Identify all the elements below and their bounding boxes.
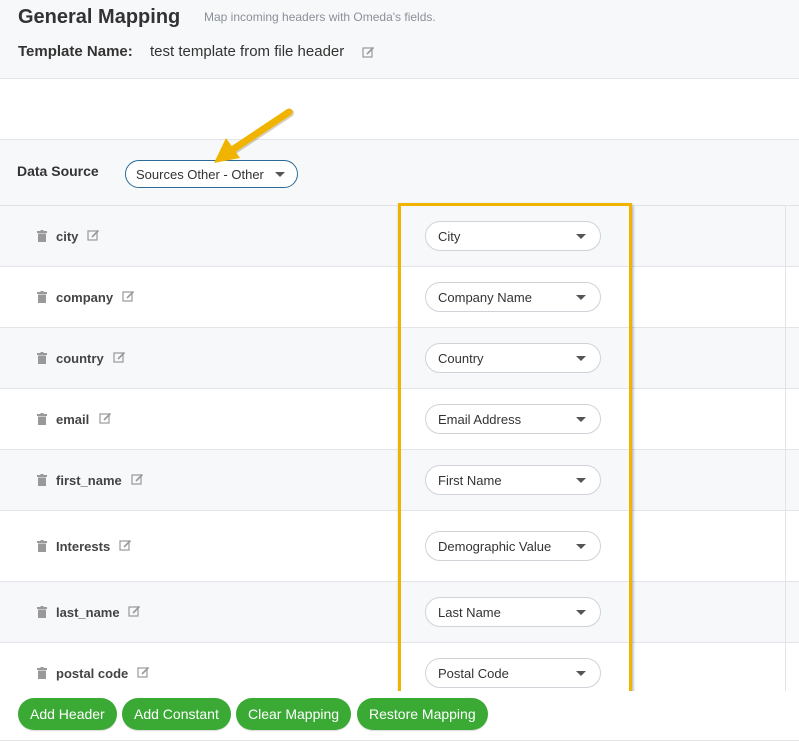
chevron-down-icon xyxy=(275,172,285,177)
trash-icon[interactable] xyxy=(37,351,47,369)
template-name-value: test template from file header xyxy=(150,43,345,60)
field-name: country xyxy=(56,351,104,366)
trash-icon[interactable] xyxy=(37,666,47,684)
edit-icon[interactable] xyxy=(122,290,135,308)
trash-icon[interactable] xyxy=(37,412,47,430)
blank-panel xyxy=(0,79,799,140)
add-header-button[interactable]: Add Header xyxy=(18,698,117,730)
field-name: Interests xyxy=(56,539,111,554)
add-constant-button[interactable]: Add Constant xyxy=(122,698,231,730)
trash-icon[interactable] xyxy=(37,229,47,247)
field-name: company xyxy=(56,290,114,305)
data-source-label: Data Source xyxy=(17,163,99,179)
divider xyxy=(0,740,799,741)
trash-icon[interactable] xyxy=(37,473,47,491)
page-header: General Mapping Map incoming headers wit… xyxy=(0,0,799,79)
trash-icon[interactable] xyxy=(37,290,47,308)
clear-mapping-button[interactable]: Clear Mapping xyxy=(236,698,352,730)
edit-icon[interactable] xyxy=(87,229,100,247)
edit-icon[interactable] xyxy=(137,666,150,684)
column-divider xyxy=(785,205,786,691)
footer-toolbar: Add Header Add Constant Clear Mapping Re… xyxy=(0,691,799,742)
field-name: city xyxy=(56,229,79,244)
restore-mapping-button[interactable]: Restore Mapping xyxy=(357,698,488,730)
edit-icon[interactable] xyxy=(362,46,375,64)
edit-icon[interactable] xyxy=(99,412,112,430)
field-name: email xyxy=(56,412,90,427)
trash-icon[interactable] xyxy=(37,539,47,557)
edit-icon[interactable] xyxy=(113,351,126,369)
field-name: postal code xyxy=(56,666,129,681)
edit-icon[interactable] xyxy=(131,473,144,491)
arrow-icon xyxy=(214,108,294,163)
edit-icon[interactable] xyxy=(128,605,141,623)
page-title: General Mapping xyxy=(18,6,181,28)
edit-icon[interactable] xyxy=(119,539,132,557)
template-name-label: Template Name: xyxy=(18,43,133,60)
data-source-row: Data Source Sources Other - Other xyxy=(0,140,799,206)
trash-icon[interactable] xyxy=(37,605,47,623)
field-name: first_name xyxy=(56,473,122,488)
mapping-highlight-box xyxy=(398,203,632,698)
field-name: last_name xyxy=(56,605,120,620)
page-subtitle: Map incoming headers with Omeda's fields… xyxy=(204,10,436,24)
